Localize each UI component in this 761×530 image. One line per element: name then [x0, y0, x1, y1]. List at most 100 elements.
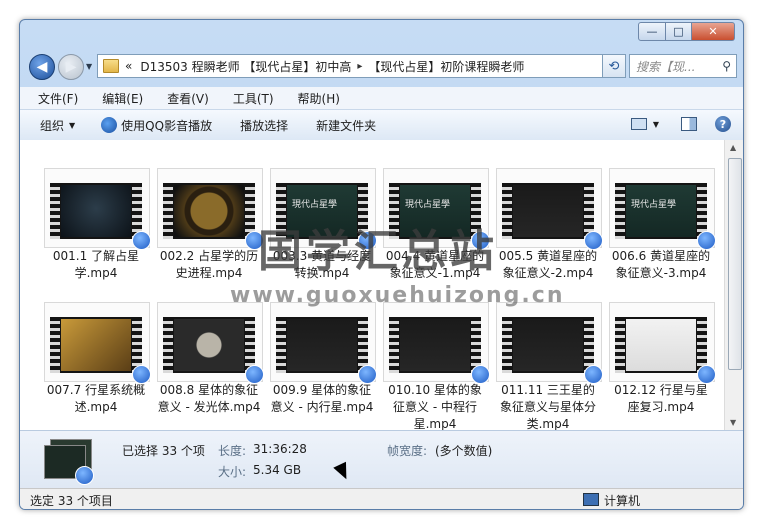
qq-video-icon	[75, 466, 94, 485]
film-strip-icon: 現代占星學	[276, 183, 368, 239]
thumbnail-caption: 現代占星學	[292, 200, 338, 210]
status-location: 计算机	[604, 494, 641, 508]
address-overflow[interactable]: «	[125, 59, 132, 73]
film-perforation	[389, 183, 399, 239]
file-name[interactable]: 002.2 占星学的历史进程.mp4	[157, 248, 261, 282]
organize-label: 组织	[40, 118, 65, 133]
breadcrumb-current[interactable]: 【现代占星】初阶课程瞬老师	[368, 58, 524, 75]
file-name[interactable]: 009.9 星体的象征意义 - 内行星.mp4	[270, 382, 374, 416]
video-thumbnail[interactable]	[609, 302, 716, 384]
new-folder-button[interactable]: 新建文件夹	[316, 117, 376, 134]
film-perforation	[50, 183, 60, 239]
frame-width-value: (多个数值)	[435, 444, 493, 458]
file-name[interactable]: 008.8 星体的象征意义 - 发光体.mp4	[157, 382, 261, 416]
scroll-up-icon[interactable]: ▲	[730, 143, 736, 152]
file-name[interactable]: 012.12 行星与星座复习.mp4	[609, 382, 713, 416]
file-name[interactable]: 001.1 了解占星学.mp4	[44, 248, 148, 282]
file-name[interactable]: 003.3 黄道与经度转换.mp4	[270, 248, 374, 282]
computer-icon	[583, 493, 599, 506]
scroll-down-icon[interactable]: ▼	[730, 418, 736, 427]
film-perforation	[389, 317, 399, 373]
file-name[interactable]: 004.4 黄道星座的象征意义-1.mp4	[383, 248, 487, 282]
size-label: 大小:	[218, 465, 247, 479]
change-view-icon[interactable]	[630, 118, 647, 130]
menu-tools[interactable]: 工具(T)	[233, 90, 274, 107]
video-thumbnail[interactable]	[44, 302, 151, 384]
video-thumbnail[interactable]: 現代占星學	[270, 168, 377, 250]
video-thumbnail[interactable]	[44, 168, 151, 250]
selected-count: 已选择 33 个项	[122, 444, 205, 458]
film-perforation	[615, 183, 625, 239]
search-box[interactable]: 搜索【现... ⚲	[629, 54, 737, 78]
video-thumbnail[interactable]	[157, 168, 264, 250]
qq-player-icon	[101, 117, 118, 133]
maximize-button[interactable]: □	[666, 22, 692, 41]
film-strip-icon	[50, 183, 142, 239]
menu-help[interactable]: 帮助(H)	[298, 90, 340, 107]
film-perforation	[502, 317, 512, 373]
video-frame	[400, 185, 470, 237]
help-icon[interactable]: ?	[715, 116, 731, 132]
video-thumbnail[interactable]	[496, 168, 603, 250]
frame-width-label: 帧宽度:	[387, 444, 428, 458]
address-bar[interactable]: « D13503 程瞬老师 【现代占星】初中高 ▸ 【现代占星】初阶课程瞬老师 …	[97, 54, 622, 78]
video-thumbnail[interactable]	[157, 302, 264, 384]
file-name[interactable]: 007.7 行星系统概述.mp4	[44, 382, 148, 416]
menu-file[interactable]: 文件(F)	[38, 90, 78, 107]
length-label: 长度:	[218, 444, 247, 458]
film-strip-icon: 現代占星學	[615, 183, 707, 239]
search-icon[interactable]: ⚲	[722, 59, 731, 73]
back-arrow-icon[interactable]: ◀	[29, 54, 55, 80]
film-perforation	[163, 183, 173, 239]
video-frame	[513, 185, 583, 237]
film-perforation	[276, 317, 286, 373]
film-strip-icon	[276, 317, 368, 373]
file-name[interactable]: 011.11 三王星的象征意义与星体分类.mp4	[496, 382, 600, 430]
file-name[interactable]: 006.6 黄道星座的象征意义-3.mp4	[609, 248, 713, 282]
navigation-bar: ◀ ▶ ▼ « D13503 程瞬老师 【现代占星】初中高 ▸ 【现代占星】初阶…	[20, 52, 743, 84]
close-button[interactable]: ✕	[692, 22, 735, 41]
thumbnail-caption: 現代占星學	[405, 200, 451, 210]
play-qq-button[interactable]: 使用QQ影音播放	[101, 117, 212, 134]
video-thumbnail[interactable]: 現代占星學	[383, 168, 490, 250]
title-bar: — □ ✕	[20, 20, 743, 50]
view-dropdown-icon[interactable]: ▼	[653, 120, 659, 129]
play-selected-button[interactable]: 播放选择	[240, 117, 288, 134]
scrollbar-thumb[interactable]	[728, 158, 742, 370]
file-name[interactable]: 005.5 黄道星座的象征意义-2.mp4	[496, 248, 600, 282]
file-grid: 001.1 了解占星学.mp4 002.2 占星学的历史进程.mp4 現代占星學 00…	[20, 140, 724, 430]
size-value: 5.34 GB	[253, 463, 302, 477]
preview-pane-icon[interactable]	[681, 117, 697, 131]
organize-button[interactable]: 组织 ▼	[40, 117, 75, 134]
video-frame	[174, 319, 244, 371]
status-bar: 选定 33 个项目 计算机	[20, 488, 743, 509]
film-perforation	[615, 317, 625, 373]
breadcrumb-parent[interactable]: D13503 程瞬老师 【现代占星】初中高	[140, 58, 351, 75]
film-strip-icon	[163, 317, 255, 373]
explorer-window: — □ ✕ ◀ ▶ ▼ « D13503 程瞬老师 【现代占星】初中高 ▸ 【现…	[19, 19, 744, 510]
minimize-button[interactable]: —	[638, 22, 666, 41]
selection-thumbnail	[44, 439, 94, 485]
video-thumbnail[interactable]: 現代占星學	[609, 168, 716, 250]
forward-arrow-icon[interactable]: ▶	[58, 54, 84, 80]
chevron-down-icon: ▼	[69, 120, 76, 130]
video-thumbnail[interactable]	[383, 302, 490, 384]
video-thumbnail[interactable]	[496, 302, 603, 384]
refresh-icon[interactable]: ⟲	[602, 54, 626, 78]
video-thumbnail[interactable]	[270, 302, 377, 384]
film-strip-icon	[615, 317, 707, 373]
breadcrumb-separator-icon[interactable]: ▸	[357, 61, 362, 72]
film-strip-icon	[502, 317, 594, 373]
vertical-scrollbar[interactable]: ▲ ▼	[724, 140, 743, 430]
film-perforation	[50, 317, 60, 373]
menu-edit[interactable]: 编辑(E)	[102, 90, 143, 107]
recent-pages-dropdown-icon[interactable]: ▼	[86, 62, 92, 71]
video-frame	[61, 185, 131, 237]
film-strip-icon	[50, 317, 142, 373]
search-input[interactable]: 搜索【现...	[636, 58, 722, 75]
video-frame	[287, 319, 357, 371]
command-bar: 组织 ▼ 使用QQ影音播放 播放选择 新建文件夹 ▼ ?	[20, 109, 743, 141]
video-frame	[513, 319, 583, 371]
file-name[interactable]: 010.10 星体的象征意义 - 中程行星.mp4	[383, 382, 487, 430]
menu-view[interactable]: 查看(V)	[167, 90, 209, 107]
